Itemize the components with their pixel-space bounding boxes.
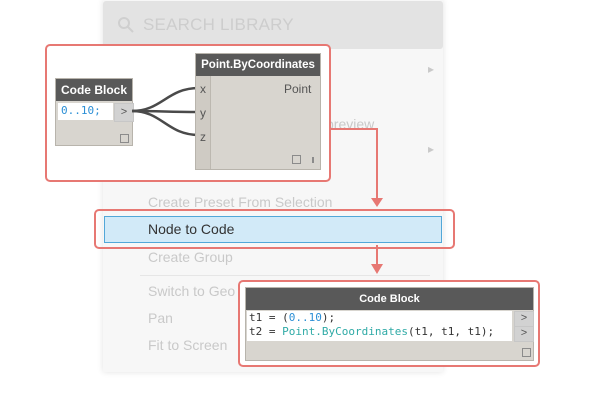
input-port-z[interactable]: z bbox=[200, 130, 206, 144]
lacing-icon bbox=[312, 157, 314, 163]
code-editor[interactable]: t1 = (0..10); t2 = Point.ByCoordinates(t… bbox=[247, 311, 512, 341]
output-port-point[interactable]: Point bbox=[284, 82, 311, 96]
input-port-x[interactable]: x bbox=[200, 82, 206, 96]
resize-handle-icon[interactable] bbox=[292, 155, 301, 164]
output-port-t1[interactable]: > bbox=[514, 311, 534, 327]
code-block-title: Code Block bbox=[246, 288, 533, 310]
code-block-node-result[interactable]: Code Block t1 = (0..10); t2 = Point.ByCo… bbox=[245, 287, 534, 361]
input-port-y[interactable]: y bbox=[200, 106, 206, 120]
resize-handle-icon[interactable] bbox=[522, 348, 531, 357]
point-by-coordinates-node[interactable]: Point.ByCoordinates x y z Point bbox=[195, 53, 321, 170]
point-node-title: Point.ByCoordinates bbox=[196, 54, 320, 76]
before-graph-callout: Code Block 0..10; > Point.ByCoordinates … bbox=[45, 44, 331, 182]
code-line-2: t2 = Point.ByCoordinates(t1, t1, t1); bbox=[249, 325, 495, 338]
after-graph-callout: Code Block t1 = (0..10); t2 = Point.ByCo… bbox=[238, 280, 540, 367]
output-port-t2[interactable]: > bbox=[514, 326, 534, 342]
code-line-1: t1 = (0..10); bbox=[249, 311, 336, 324]
